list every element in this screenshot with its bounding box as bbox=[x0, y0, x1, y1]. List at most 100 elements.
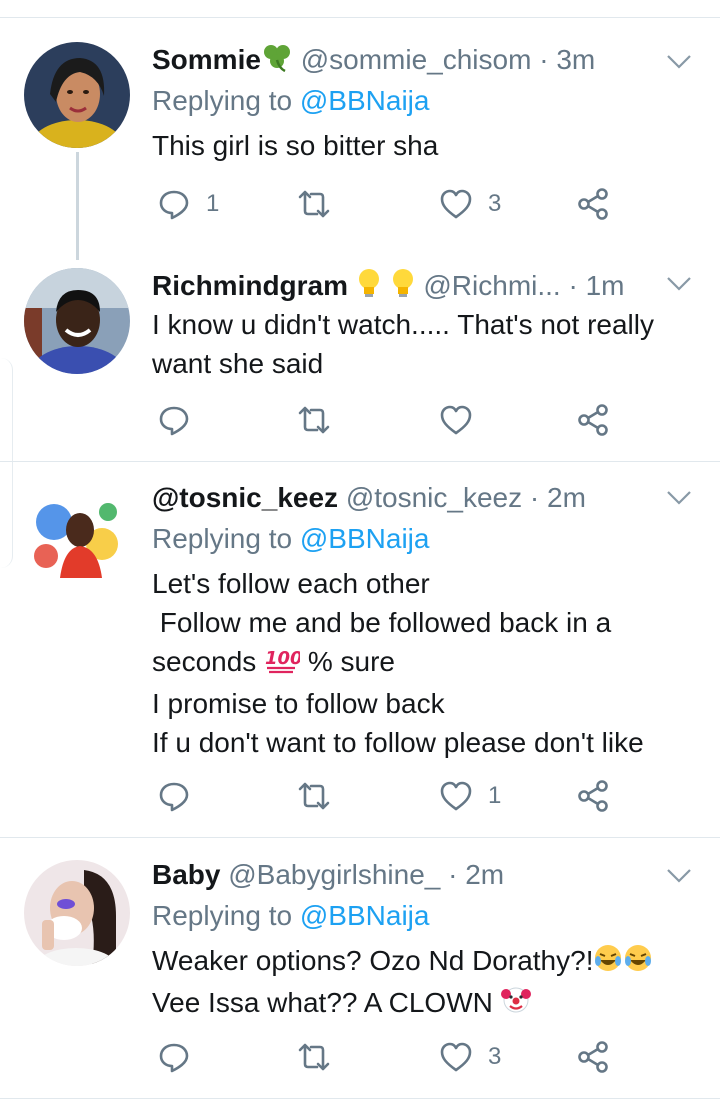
like-icon bbox=[440, 1042, 472, 1072]
user-handle[interactable]: @tosnic_keez bbox=[346, 482, 522, 513]
tweet-text: This girl is so bitter sha bbox=[152, 126, 712, 165]
share-button[interactable] bbox=[576, 776, 612, 816]
chevron-down-icon[interactable] bbox=[666, 276, 692, 292]
tweet-line-with-emoji: seconds 100 % sure bbox=[152, 642, 712, 684]
avatar[interactable] bbox=[24, 42, 130, 148]
separator: · bbox=[531, 44, 557, 75]
tweet-text: I know u didn't watch..... That's not re… bbox=[152, 305, 712, 383]
tweet-fragment: Weaker options? Ozo Nd Dorathy?! bbox=[152, 945, 594, 976]
tweet-text: Weaker options? Ozo Nd Dorathy?! Vee Iss… bbox=[152, 941, 712, 1024]
retweet-icon bbox=[298, 782, 330, 810]
replying-to-link[interactable]: @BBNaija bbox=[300, 900, 430, 931]
reply-button[interactable] bbox=[156, 400, 206, 440]
replying-to: Replying to @BBNaija bbox=[152, 898, 429, 934]
share-button[interactable] bbox=[576, 400, 612, 440]
replying-label: Replying to bbox=[152, 900, 293, 931]
share-button[interactable] bbox=[576, 1037, 612, 1077]
like-button[interactable]: 3 bbox=[438, 184, 501, 224]
share-icon bbox=[578, 780, 608, 812]
tweet-line: I promise to follow back bbox=[152, 687, 445, 719]
timestamp[interactable]: 2m bbox=[547, 482, 586, 513]
timestamp[interactable]: 3m bbox=[556, 44, 595, 75]
top-divider bbox=[0, 17, 720, 18]
tweet-line: If u don't want to follow please don't l… bbox=[152, 726, 644, 758]
reply-icon bbox=[159, 1043, 189, 1073]
like-button[interactable]: 1 bbox=[438, 776, 501, 816]
tweet-line: This girl is so bitter sha bbox=[152, 130, 439, 161]
timestamp[interactable]: 1m bbox=[586, 270, 625, 301]
retweet-icon bbox=[298, 1043, 330, 1071]
replying-to-link[interactable]: @BBNaija bbox=[300, 85, 430, 116]
tweet-fragment: seconds bbox=[152, 646, 257, 677]
tweet-header: Sommie @sommie_chisom · 3m bbox=[152, 42, 595, 81]
action-bar: 1 3 bbox=[152, 184, 632, 224]
like-count: 3 bbox=[488, 190, 502, 217]
tweet-line: Let's follow each other bbox=[152, 568, 430, 599]
tweet-divider bbox=[0, 461, 720, 462]
user-handle[interactable]: @Babygirlshine_ bbox=[228, 859, 440, 890]
like-icon bbox=[440, 189, 472, 219]
avatar[interactable] bbox=[24, 268, 130, 374]
share-icon bbox=[578, 188, 608, 220]
replying-label: Replying to bbox=[152, 523, 293, 554]
user-handle[interactable]: @sommie_chisom bbox=[301, 44, 532, 75]
like-count: 3 bbox=[488, 1043, 502, 1070]
display-name[interactable]: @tosnic_keez bbox=[152, 482, 338, 513]
reply-icon bbox=[159, 406, 189, 436]
tweet-line-with-emoji: Weaker options? Ozo Nd Dorathy?! bbox=[152, 941, 712, 983]
reply-button[interactable] bbox=[156, 1037, 206, 1077]
chevron-down-icon[interactable] bbox=[666, 868, 692, 884]
share-icon bbox=[578, 404, 608, 436]
retweet-button[interactable] bbox=[296, 400, 346, 440]
replying-to-link[interactable]: @BBNaija bbox=[300, 523, 430, 554]
svg-text:100: 100 bbox=[265, 648, 300, 669]
action-bar: 3 bbox=[152, 1037, 632, 1077]
laughing-tears-emoji bbox=[593, 943, 623, 983]
separator: · bbox=[560, 269, 586, 301]
shamrock-emoji bbox=[261, 42, 293, 81]
reply-icon bbox=[159, 782, 189, 812]
tweet-divider bbox=[0, 1098, 720, 1099]
action-bar bbox=[152, 400, 632, 440]
share-button[interactable] bbox=[576, 184, 612, 224]
avatar[interactable] bbox=[24, 482, 130, 588]
replying-to: Replying to @BBNaija bbox=[152, 83, 429, 119]
chevron-down-icon[interactable] bbox=[666, 54, 692, 70]
clown-emoji bbox=[500, 984, 531, 1024]
laughing-tears-emoji bbox=[623, 943, 653, 983]
display-name[interactable]: Sommie bbox=[152, 44, 261, 75]
lightbulb-emoji bbox=[356, 267, 382, 308]
retweet-icon bbox=[298, 190, 330, 218]
tweet-line: Follow me and be followed back in a bbox=[152, 607, 612, 638]
tweet-line: want she said bbox=[152, 348, 324, 379]
tweet-header: @tosnic_keez @tosnic_keez · 2m bbox=[152, 480, 586, 516]
separator: · bbox=[522, 482, 548, 513]
like-button[interactable]: 3 bbox=[438, 1037, 501, 1077]
like-icon bbox=[440, 781, 472, 811]
tweet-fragment: % sure bbox=[307, 646, 396, 677]
reply-button[interactable]: 1 bbox=[156, 184, 219, 224]
display-name[interactable]: Richmindgram bbox=[152, 270, 348, 301]
timestamp[interactable]: 2m bbox=[465, 859, 504, 890]
reply-icon bbox=[159, 190, 189, 220]
tweet-fragment: Vee Issa what?? A CLOWN bbox=[152, 986, 493, 1018]
like-button[interactable] bbox=[438, 400, 488, 440]
like-icon bbox=[440, 405, 472, 435]
chevron-down-icon[interactable] bbox=[666, 490, 692, 506]
tweet-divider bbox=[0, 837, 720, 838]
avatar[interactable] bbox=[24, 860, 130, 966]
user-handle[interactable]: @Richmi... bbox=[423, 270, 560, 301]
tweet-header: Richmindgram @Richmi... · 1m bbox=[152, 267, 625, 308]
retweet-icon bbox=[298, 406, 330, 434]
tweet-line: I know u didn't watch..... That's not re… bbox=[152, 309, 654, 340]
share-icon bbox=[578, 1041, 608, 1073]
reply-button[interactable] bbox=[156, 776, 206, 816]
replying-label: Replying to bbox=[152, 85, 293, 116]
retweet-button[interactable] bbox=[296, 776, 346, 816]
action-bar: 1 bbox=[152, 776, 632, 816]
retweet-button[interactable] bbox=[296, 1037, 346, 1077]
separator: · bbox=[440, 859, 466, 890]
retweet-button[interactable] bbox=[296, 184, 346, 224]
display-name[interactable]: Baby bbox=[152, 859, 220, 890]
lightbulb-emoji bbox=[390, 267, 416, 308]
